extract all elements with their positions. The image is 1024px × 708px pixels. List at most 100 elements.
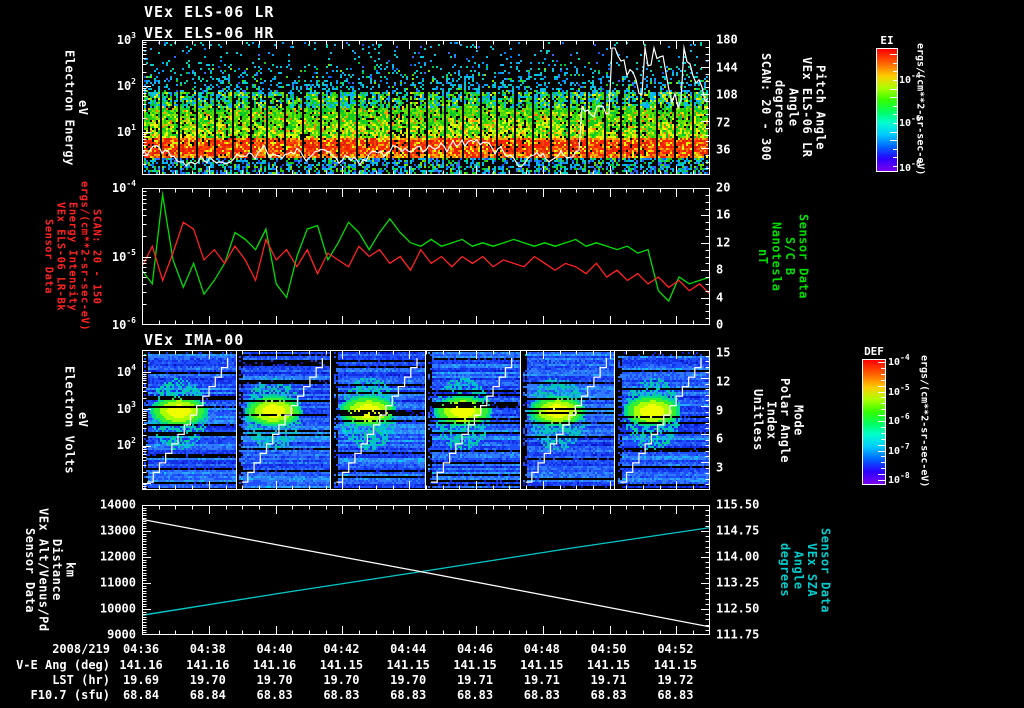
panel4-left-tick: 11000: [99, 575, 136, 590]
colorbar-tick-mark: [881, 373, 885, 375]
ei-colorbar-units: ergs/(cm**2-sr-sec-eV): [914, 42, 926, 176]
def-colorbar: DEF: [862, 345, 886, 485]
table-cell: 141.15: [653, 658, 698, 672]
panel4-left-axis-label-line: Sensor Data: [22, 527, 37, 613]
table-cell: 141.16: [119, 658, 163, 672]
colorbar-tick-mark: [890, 54, 897, 56]
panel2-right-tick: 12: [716, 235, 731, 250]
colorbar-tick-mark: [881, 367, 885, 369]
panel3-right-axis-label-line: Mode: [791, 404, 806, 436]
colorbar-tick-mark: [878, 385, 885, 387]
panel3-left-tick: 103: [116, 399, 136, 416]
panel4-right-tick: 113.25: [716, 575, 760, 590]
table-cell: 19.71: [523, 673, 560, 687]
table-cell: 19.69: [122, 673, 160, 687]
table-cell: 141.15: [386, 658, 430, 672]
colorbar-tick-mark: [878, 362, 885, 363]
table-cell: 19.71: [456, 673, 494, 687]
panel3-left-tick: 104: [116, 362, 136, 379]
table-cell: 19.70: [390, 673, 427, 687]
els-spectrogram-canvas: [142, 40, 710, 175]
colorbar-tick-mark: [893, 71, 897, 73]
table-cell: 68.83: [256, 688, 293, 702]
panel4-right-axis-label-line: Angle: [791, 550, 806, 590]
panel1-left-axis-label-line: Electron Energy: [62, 49, 77, 166]
time-tick-label: 04:50: [590, 642, 627, 656]
colorbar-tick-mark: [878, 415, 885, 417]
colorbar-tick-mark: [878, 391, 885, 393]
panel2-left-tick: 10-4: [111, 178, 136, 195]
panel2-left-tick: 10-6: [111, 315, 136, 332]
def-colorbar-tick: 10-8: [888, 470, 910, 487]
date-label: 2008/219: [52, 642, 110, 656]
panel2-right-axis-label-line: Nanotesla: [769, 221, 784, 292]
colorbar-tick-mark: [893, 80, 897, 81]
time-tick-label: 04:36: [122, 642, 160, 656]
panel4-left-tick: 12000: [99, 549, 136, 564]
colorbar-tick-mark: [881, 403, 885, 405]
colorbar-tick-mark: [890, 131, 897, 133]
table-cell: 68.83: [590, 688, 627, 702]
panel3-right-tick: 15: [716, 345, 731, 360]
colorbar-tick-mark: [893, 114, 897, 116]
panel1-right-tick: 180: [716, 32, 738, 47]
ei-colorbar: EI: [876, 34, 898, 172]
ei-colorbar-tick: 10-6: [899, 113, 921, 130]
colorbar-tick-mark: [881, 379, 885, 381]
table-cell: 141.15: [319, 658, 364, 672]
table-cell: 68.84: [122, 688, 160, 702]
ei-colorbar-units-text: ergs/(cm**2-sr-sec-eV): [914, 42, 926, 176]
ei-colorbar-tick: 10-8: [899, 158, 921, 175]
colorbar-tick-mark: [878, 480, 885, 481]
panel1-right-axis-label-line: VEx ELS-06 LR: [799, 57, 814, 158]
panel2-right-tick: 0: [716, 317, 724, 332]
panel1-title-lr: VEx ELS-06 LR: [144, 3, 275, 21]
colorbar-tick-mark: [890, 97, 897, 99]
panel3-right-tick: 6: [716, 431, 724, 446]
panel4-right-axis-label-line: Sensor Data: [818, 527, 833, 613]
def-colorbar-label: DEF: [864, 345, 884, 358]
table-cell: 19.70: [256, 673, 293, 687]
colorbar-tick-mark: [881, 409, 885, 411]
panel2-right-tick: 4: [716, 289, 724, 304]
table-cell: 19.71: [590, 673, 627, 687]
panel3-left-axis-label-line: Electron Volts: [62, 365, 77, 475]
panel4-right-tick: 112.50: [716, 601, 760, 616]
time-tick-label: 04:44: [390, 642, 427, 656]
ima-spectrogram-canvas: [142, 350, 710, 490]
vex-multi-panel-plot: VEx ELS-06 LR VEx ELS-06 HR VEx IMA-00 E…: [0, 0, 1024, 708]
panel3-right-axis-label: Unitless Index Polar Angle Mode: [746, 350, 810, 490]
table-cell: 19.70: [189, 673, 226, 687]
panel1-right-tick: 144: [716, 59, 738, 74]
table-cell: 141.16: [186, 658, 230, 672]
def-colorbar-units: ergs/(cm**2-sr-sec-eV): [918, 353, 930, 489]
colorbar-tick-mark: [893, 166, 897, 167]
row-label-f107: F10.7 (sfu): [30, 688, 110, 702]
panel2-right-axis-label-line: S/C B: [783, 237, 798, 276]
panel2-left-tick: 10-5: [111, 247, 136, 264]
intensity-bfield-canvas: [142, 188, 710, 325]
colorbar-tick-mark: [881, 426, 885, 428]
panel4-right-axis-label-line: VEx SZA: [805, 542, 820, 598]
panel1-right-axis-label-line: Angle: [786, 88, 801, 127]
panel3-right-axis-label-line: Unitless: [750, 389, 765, 451]
panel3-right-tick: 9: [716, 402, 724, 417]
panel1-left-axis-label: Electron Energy eV: [54, 40, 98, 175]
panel2-right-axis-label-line: Sensor Data: [796, 214, 811, 299]
panel2-right-tick: 20: [716, 180, 731, 195]
def-colorbar-tick: 10-6: [888, 411, 910, 428]
panel1-left-axis-label-line: eV: [76, 99, 91, 116]
panel4-left-tick: 10000: [99, 601, 136, 616]
colorbar-tick-mark: [890, 140, 897, 142]
def-colorbar-tick: 10-5: [888, 382, 910, 398]
colorbar-tick-mark: [893, 157, 897, 159]
table-cell: 19.70: [323, 673, 360, 687]
table-cell: 141.15: [520, 658, 564, 672]
table-cell: 141.16: [252, 658, 297, 672]
panel2-right-tick: 16: [716, 207, 731, 222]
table-cell: 19.72: [657, 673, 694, 687]
panel1-right-axis-label-line: degrees: [772, 80, 787, 135]
colorbar-tick-mark: [878, 474, 885, 476]
table-cell: 68.83: [390, 688, 427, 702]
time-tick-label: 04:42: [323, 642, 360, 656]
